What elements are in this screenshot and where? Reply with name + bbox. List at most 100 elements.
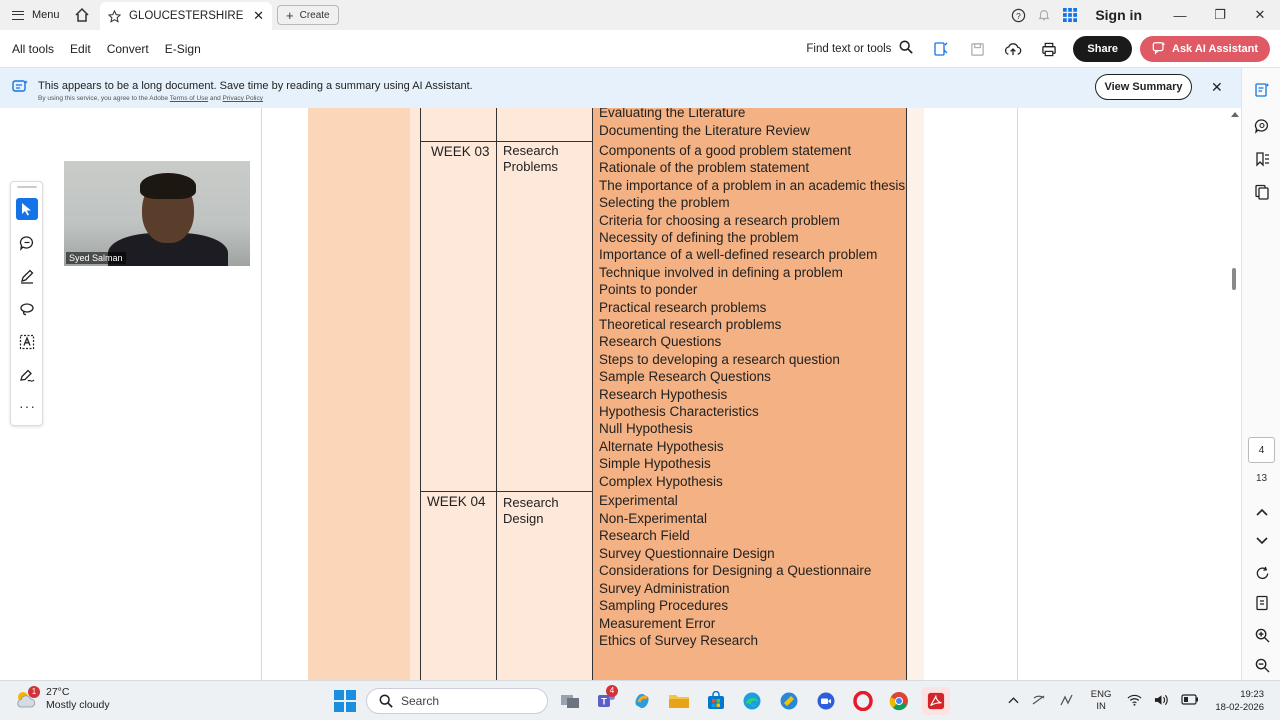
page-display-icon[interactable]: [1253, 594, 1271, 612]
opera-icon[interactable]: [851, 689, 875, 713]
pen-input-icon[interactable]: [1059, 693, 1075, 710]
save-icon[interactable]: [959, 30, 995, 68]
ask-ai-assistant-button[interactable]: Ask AI Assistant: [1140, 36, 1270, 62]
teams-icon[interactable]: T 4: [594, 685, 618, 713]
zoom-app-icon[interactable]: [814, 689, 838, 713]
clock-time: 19:23: [1240, 689, 1264, 700]
store-icon[interactable]: [704, 689, 728, 713]
ai-tools-icon[interactable]: [923, 30, 959, 68]
search-icon[interactable]: [899, 40, 914, 59]
chevron-up-icon[interactable]: [1253, 503, 1271, 521]
document-tab[interactable]: GLOUCESTERSHIRE BU... ✕: [100, 2, 272, 30]
share-button[interactable]: Share: [1073, 36, 1132, 62]
task-view-icon[interactable]: [558, 689, 582, 713]
home-icon: [75, 7, 89, 22]
highlight-pen-icon[interactable]: [16, 265, 38, 287]
chrome-icon[interactable]: [887, 689, 911, 713]
bell-icon[interactable]: [1031, 8, 1057, 22]
taskbar-search[interactable]: Search: [366, 688, 548, 714]
minimize-button[interactable]: —: [1160, 0, 1200, 30]
fill-sign-icon[interactable]: [16, 365, 38, 387]
table-vline-1: [420, 108, 421, 680]
convert-menu[interactable]: Convert: [95, 42, 149, 56]
settings-app-icon[interactable]: [777, 689, 801, 713]
battery-icon[interactable]: [1181, 694, 1199, 708]
video-call-tile[interactable]: Syed Salman: [64, 161, 250, 266]
pages-rail-icon[interactable]: [1253, 183, 1271, 201]
edge-icon[interactable]: [740, 689, 764, 713]
ai-summary-banner: This appears to be a long document. Save…: [0, 68, 1241, 108]
tab-close-icon[interactable]: ✕: [253, 8, 264, 24]
table-item: Sample Research Questions: [599, 369, 771, 385]
week-04-topic-line: Design: [503, 511, 544, 526]
volume-icon[interactable]: [1154, 694, 1169, 709]
comments-rail-icon[interactable]: [1253, 117, 1271, 135]
taskbar-search-label: Search: [401, 694, 440, 708]
chevron-up-tray-icon[interactable]: [1008, 696, 1019, 707]
help-icon[interactable]: ?: [1005, 8, 1031, 23]
system-tray: ENG IN 19:23 18-02-2026: [1002, 681, 1280, 721]
privacy-policy-link[interactable]: Privacy Policy: [223, 95, 263, 102]
zoom-out-icon[interactable]: [1253, 656, 1271, 674]
hamburger-icon: [12, 10, 24, 20]
more-tools-icon[interactable]: ···: [11, 398, 44, 414]
file-explorer-icon[interactable]: [667, 689, 691, 713]
acrobat-icon[interactable]: [922, 687, 950, 715]
vertical-scrollbar[interactable]: [1228, 108, 1241, 680]
all-tools-menu[interactable]: All tools: [0, 42, 54, 56]
select-tool-icon[interactable]: [16, 198, 38, 220]
star-icon[interactable]: [108, 9, 121, 23]
total-pages: 13: [1255, 473, 1268, 484]
home-button[interactable]: [67, 0, 97, 30]
start-button[interactable]: [334, 690, 356, 712]
edit-menu[interactable]: Edit: [58, 42, 91, 56]
table-item: Null Hypothesis: [599, 421, 693, 437]
sign-in-button[interactable]: Sign in: [1095, 7, 1142, 23]
bookmarks-rail-icon[interactable]: [1253, 150, 1271, 168]
copilot-icon[interactable]: [630, 689, 654, 713]
ai-assistant-rail-icon[interactable]: [1253, 81, 1271, 99]
search-icon: [379, 694, 393, 708]
print-icon[interactable]: [1031, 30, 1067, 68]
terms-of-use-link[interactable]: Terms of Use: [170, 95, 208, 102]
weather-temperature: 27°C: [46, 686, 70, 698]
upload-cloud-icon[interactable]: [995, 30, 1031, 68]
weather-widget[interactable]: 1 27°C Mostly cloudy: [14, 686, 110, 712]
find-text-button[interactable]: Find text or tools: [806, 43, 891, 55]
system-clock[interactable]: 19:23 18-02-2026: [1215, 688, 1264, 714]
current-page-input[interactable]: 4: [1248, 437, 1275, 463]
clock-date: 18-02-2026: [1215, 702, 1264, 713]
toolbar-right-group: Find text or tools Share Ask AI Assistan…: [806, 30, 1270, 68]
table-item: Steps to developing a research question: [599, 351, 840, 367]
close-window-button[interactable]: ✕: [1240, 0, 1280, 30]
restore-button[interactable]: ❐: [1200, 0, 1240, 30]
text-box-icon[interactable]: [16, 331, 38, 353]
create-button[interactable]: + Create: [277, 5, 339, 25]
table-item: The importance of a problem in an academ…: [599, 177, 906, 193]
week-03-topic-line: Problems: [503, 159, 558, 174]
language-indicator[interactable]: ENG IN: [1091, 689, 1112, 713]
svg-text:?: ?: [1016, 10, 1021, 20]
table-item: Theoretical research problems: [599, 317, 782, 332]
scroll-up-arrow-icon[interactable]: [1231, 112, 1239, 117]
table-item: Rationale of the problem statement: [599, 160, 810, 176]
panel-grip[interactable]: [17, 186, 37, 188]
banner-message: This appears to be a long document. Save…: [38, 80, 473, 92]
zoom-in-icon[interactable]: [1253, 626, 1271, 644]
add-comment-icon[interactable]: [16, 232, 38, 254]
wifi-icon[interactable]: [1127, 694, 1142, 709]
esign-menu[interactable]: E-Sign: [153, 42, 201, 56]
view-summary-button[interactable]: View Summary: [1095, 74, 1192, 100]
draw-lasso-icon[interactable]: [16, 298, 38, 320]
table-item: Survey Questionnaire Design: [599, 545, 775, 561]
chevron-down-icon[interactable]: [1253, 532, 1271, 550]
refresh-icon[interactable]: [1253, 564, 1271, 582]
apps-grid-icon[interactable]: [1057, 8, 1083, 22]
banner-legal-prefix: By using this service, you agree to the …: [38, 95, 170, 102]
document-view[interactable]: Evaluating the Literature Documenting th…: [0, 108, 1228, 680]
network-off-icon[interactable]: [1031, 693, 1047, 710]
menu-button[interactable]: Menu: [0, 0, 72, 30]
scroll-thumb[interactable]: [1232, 268, 1236, 290]
banner-close-icon[interactable]: ✕: [1211, 79, 1223, 96]
video-person-hair: [140, 173, 196, 199]
